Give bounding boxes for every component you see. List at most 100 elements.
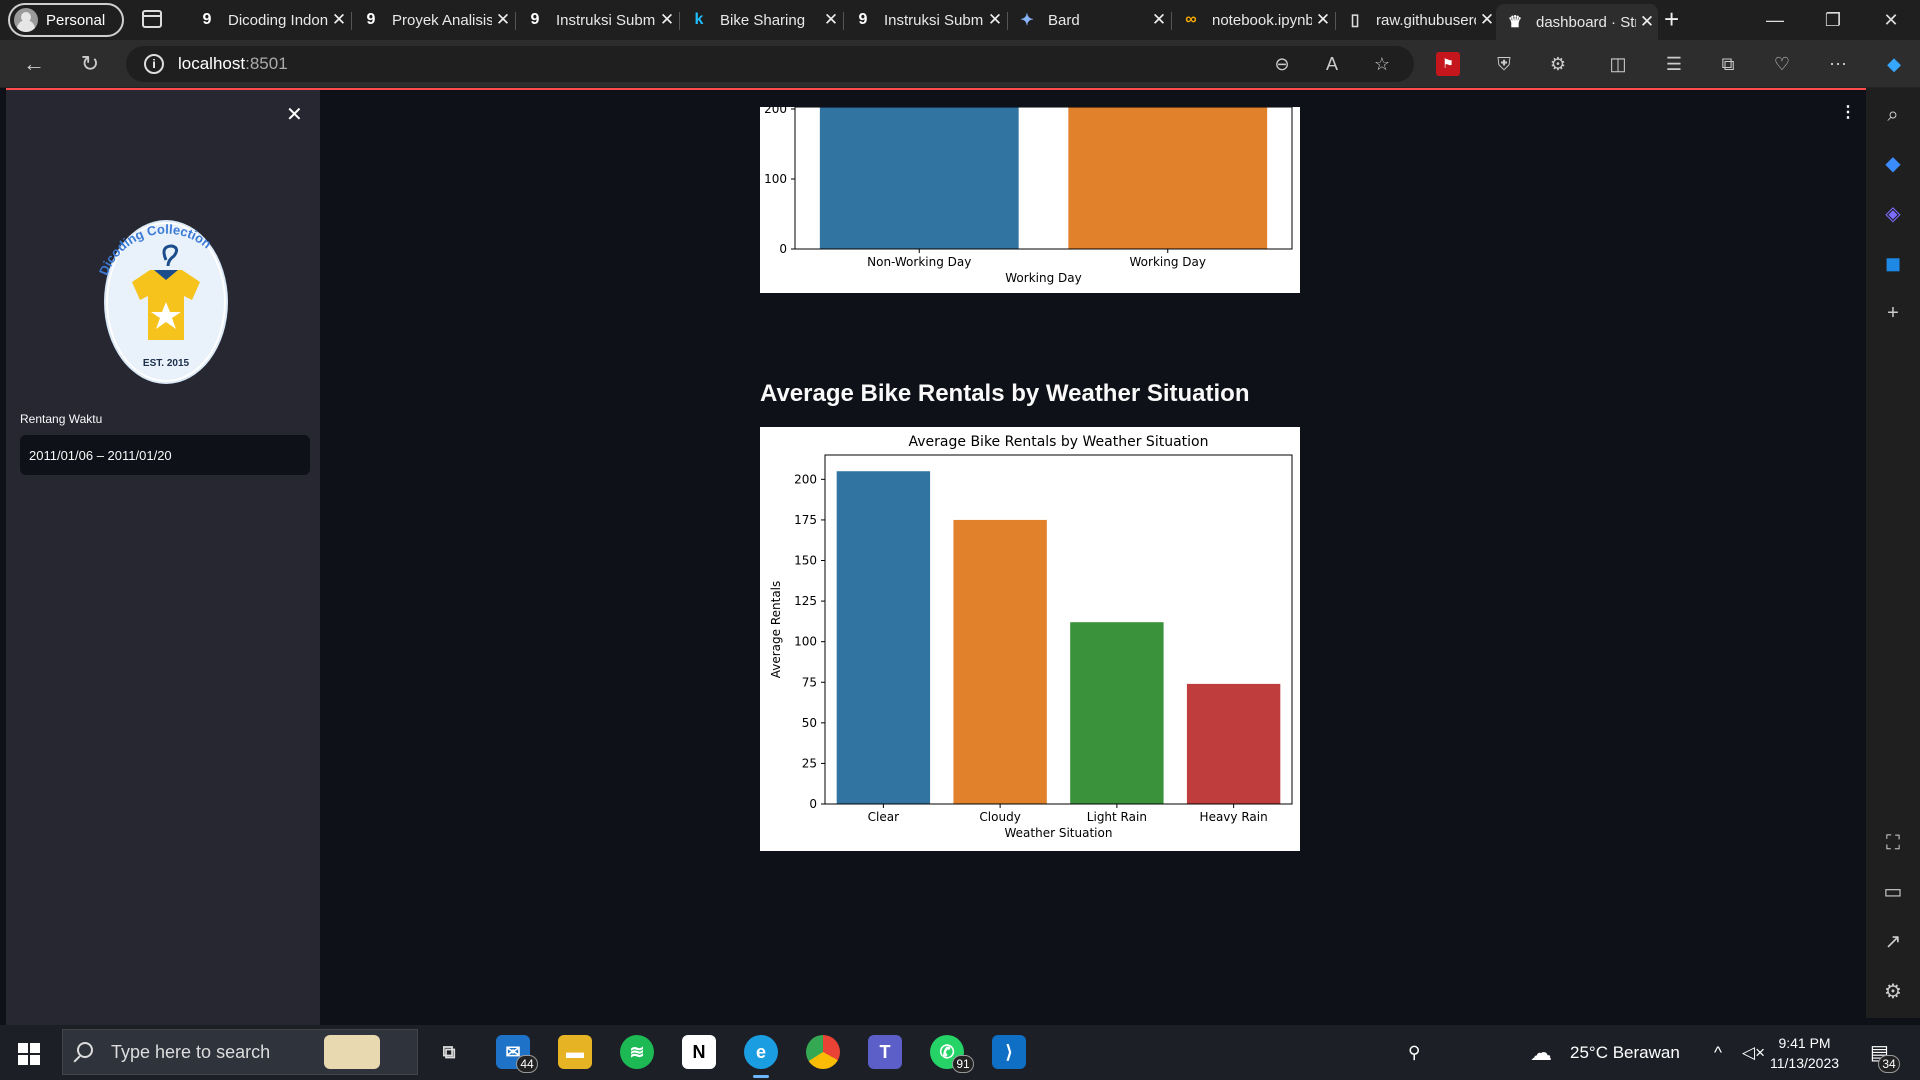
close-tab-icon[interactable]: ✕ [1476, 10, 1498, 30]
browser-tab[interactable]: 9 Instruksi Submission✕ [516, 4, 678, 36]
date-range-input[interactable]: 2011/01/06 – 2011/01/20 [20, 435, 310, 475]
address-bar[interactable]: i localhost:8501 [126, 46, 1414, 82]
people-icon[interactable]: ⚲ [1408, 1025, 1420, 1080]
weather-chart-svg: Clear Cloudy Light Rain Heavy Rain 0 25 50 75 10… [769, 434, 1293, 840]
search-icon[interactable]: ⌕ [1880, 102, 1906, 128]
browser-tab[interactable]: ✦ Bard ✕ [1008, 4, 1170, 36]
url-host: localhost [178, 54, 246, 73]
file-explorer-icon[interactable]: ▬ [558, 1035, 592, 1069]
y-tick-label: 200 [764, 107, 787, 116]
search-highlight-icon[interactable] [324, 1035, 380, 1069]
close-tab-icon[interactable]: ✕ [328, 10, 350, 30]
vscode-icon[interactable]: ⟩ [992, 1035, 1026, 1069]
task-view-icon[interactable]: ⧉ [432, 1035, 466, 1069]
volume-muted-icon[interactable]: ◁× [1742, 1025, 1765, 1080]
date-range-label: Rentang Waktu [20, 412, 103, 426]
x-tick-label: Non-Working Day [867, 255, 971, 269]
x-tick-label: Cloudy [979, 810, 1020, 824]
teams-icon[interactable]: T [868, 1035, 902, 1069]
close-tab-icon[interactable]: ✕ [1148, 10, 1170, 30]
tab-title: dashboard · Streamlit [1536, 13, 1636, 31]
windows-start-icon[interactable] [18, 1043, 40, 1065]
file-icon: ▯ [1350, 12, 1360, 29]
tab-title: Bard [1048, 11, 1080, 29]
streamlit-icon: ♛ [1507, 14, 1523, 31]
x-tick-label: Working Day [1130, 255, 1206, 269]
x-tick-label: Light Rain [1087, 810, 1147, 824]
tab-title: Bike Sharing [720, 11, 806, 29]
profile-button[interactable]: Personal [8, 3, 124, 37]
pdf-extension-icon[interactable]: ⚑ [1436, 52, 1460, 76]
browser-tab[interactable]: ▯ raw.githubusercontent.com✕ [1336, 4, 1498, 36]
spotify-icon[interactable]: ≋ [620, 1035, 654, 1069]
performance-icon[interactable]: ♡ [1770, 52, 1794, 76]
weather-icon[interactable]: ☁ [1530, 1025, 1552, 1080]
minimize-button[interactable]: — [1746, 0, 1804, 40]
tab-title: Instruksi Submission [884, 11, 984, 29]
weather-text[interactable]: 25°C Berawan [1570, 1025, 1680, 1080]
edge-icon[interactable]: e [744, 1035, 778, 1069]
collections-icon[interactable]: ⧉ [1716, 52, 1740, 76]
screenshot-icon[interactable]: ⛶ [1880, 830, 1906, 856]
logo-est-text: EST. 2015 [143, 358, 190, 369]
sidebar-panel-icon[interactable]: ▭ [1880, 878, 1906, 904]
close-tab-icon[interactable]: ✕ [492, 10, 514, 30]
notifications-badge: 34 [1878, 1055, 1900, 1073]
new-tab-button[interactable]: + [1664, 4, 1679, 35]
favorite-star-icon[interactable]: ☆ [1370, 52, 1394, 76]
back-icon[interactable]: ← [20, 50, 48, 78]
browser-tab[interactable]: ∞ notebook.ipynb ✕ [1172, 4, 1334, 36]
browser-tab[interactable]: 9 Dicoding Indonesia✕ [188, 4, 350, 36]
browser-tab[interactable]: 9 Proyek Analisis Data✕ [352, 4, 514, 36]
close-window-button[interactable]: ✕ [1862, 0, 1920, 40]
outlook-icon[interactable]: ◼ [1880, 250, 1906, 276]
shopping-tag-icon[interactable]: ◆ [1880, 150, 1906, 176]
browser-tab[interactable]: ♛ dashboard · Streamlit✕ [1496, 4, 1658, 40]
extensions-icon[interactable]: ⚙ [1546, 52, 1570, 76]
read-aloud-icon[interactable]: A [1320, 52, 1344, 76]
close-tab-icon[interactable]: ✕ [1312, 10, 1334, 30]
browser-tab[interactable]: 9 Instruksi Submission✕ [844, 4, 1006, 36]
copilot-icon[interactable]: ◆ [1882, 52, 1906, 76]
shield-extension-icon[interactable]: ⛨ [1492, 52, 1516, 76]
settings-icon[interactable]: ⚙ [1880, 978, 1906, 1004]
close-tab-icon[interactable]: ✕ [820, 10, 842, 30]
x-axis-label: Working Day [1005, 271, 1081, 285]
copilot-sidebar-icon[interactable]: ◈ [1880, 200, 1906, 226]
system-clock[interactable]: 9:41 PM 11/13/2023 [1770, 1033, 1839, 1073]
more-menu-icon[interactable]: ⋯ [1826, 52, 1850, 76]
zoom-icon[interactable]: ⊖ [1270, 52, 1294, 76]
tab-separator [843, 12, 844, 30]
restore-button[interactable]: ❐ [1804, 0, 1862, 40]
y-tick-label: 100 [794, 635, 817, 649]
bard-icon: ✦ [1020, 12, 1034, 29]
tab-separator [351, 12, 352, 30]
notion-icon[interactable]: N [682, 1035, 716, 1069]
browser-toolbar: ← ↻ i localhost:8501 ⊖ A ☆ ⚑ ⛨ ⚙ ◫ ☰ ⧉ ♡… [0, 40, 1920, 88]
close-tab-icon[interactable]: ✕ [984, 10, 1006, 30]
app-menu-icon[interactable]: ⋮ [1840, 102, 1856, 122]
close-tab-icon[interactable]: ✕ [656, 10, 678, 30]
chart-title: Average Bike Rentals by Weather Situatio… [909, 434, 1209, 450]
site-info-icon[interactable]: i [144, 54, 164, 74]
open-external-icon[interactable]: ↗ [1880, 928, 1906, 954]
y-tick-label: 0 [779, 242, 787, 256]
x-tick-label: Clear [868, 810, 899, 824]
tab-separator [1335, 12, 1336, 30]
search-icon [77, 1042, 93, 1058]
add-sidebar-app-icon[interactable]: + [1880, 300, 1906, 326]
chrome-icon[interactable] [806, 1035, 840, 1069]
show-hidden-icons[interactable]: ^ [1714, 1025, 1722, 1080]
refresh-icon[interactable]: ↻ [76, 50, 104, 78]
workspaces-icon[interactable] [142, 10, 162, 28]
favorites-icon[interactable]: ☰ [1662, 52, 1686, 76]
close-tab-icon[interactable]: ✕ [1636, 12, 1658, 32]
bar [836, 471, 931, 804]
close-sidebar-icon[interactable]: ✕ [286, 102, 303, 127]
browser-tab[interactable]: k Bike Sharing ✕ [680, 4, 842, 36]
split-screen-icon[interactable]: ◫ [1606, 52, 1630, 76]
tab-separator [515, 12, 516, 30]
tab-separator [679, 12, 680, 30]
y-axis-label: Average Rentals [769, 581, 783, 679]
tab-separator [1007, 12, 1008, 30]
